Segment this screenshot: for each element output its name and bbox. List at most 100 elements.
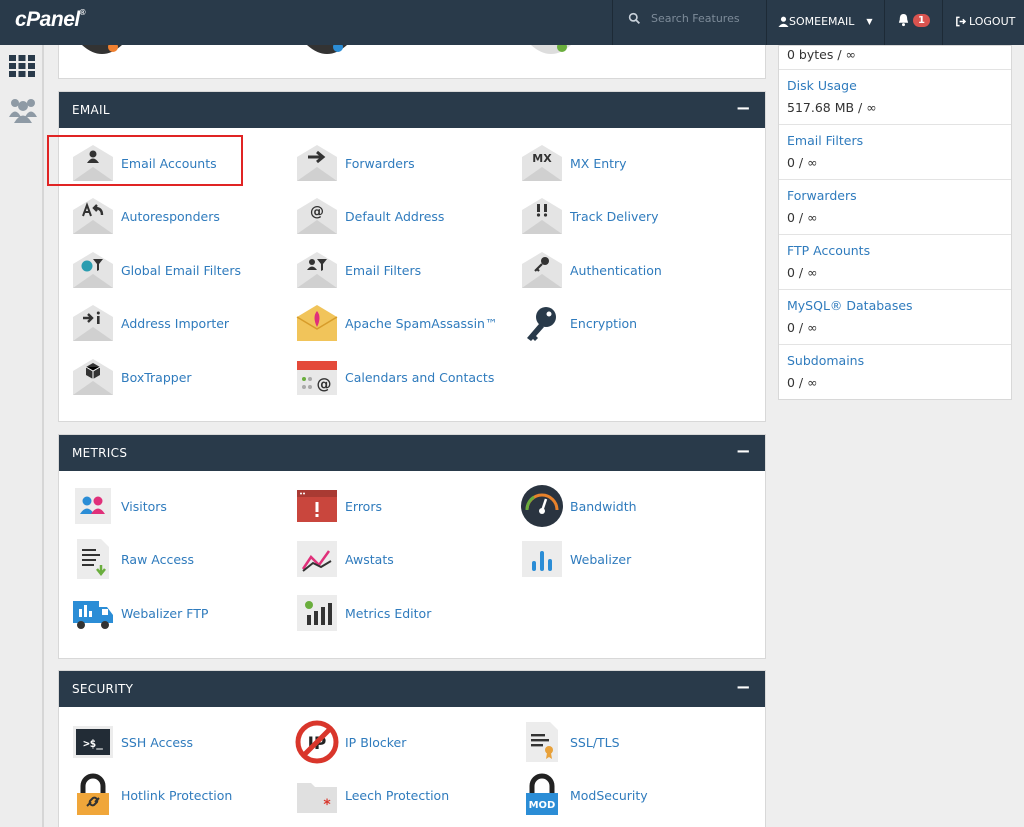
email-filters-item[interactable]: Email Filters — [295, 246, 421, 294]
stat-name-link[interactable]: Disk Usage — [787, 78, 857, 93]
stat-name-link[interactable]: Subdomains — [787, 353, 864, 368]
track-delivery-item[interactable]: Track Delivery — [520, 192, 659, 240]
stat-value: 0 / ∞ — [787, 265, 818, 280]
autoresponders-item[interactable]: Autoresponders — [71, 192, 220, 240]
terminal-icon: >$_ — [73, 726, 113, 758]
default-address-item[interactable]: @ Default Address — [295, 192, 444, 240]
user-menu[interactable]: SOMEEMAIL ▼ — [778, 15, 873, 28]
webalizer-item[interactable]: Webalizer — [520, 535, 631, 583]
authentication-item[interactable]: Authentication — [520, 246, 662, 294]
security-panel: SECURITY − >$_ SSH Access IP IP Blocker … — [58, 670, 766, 827]
ip-blocker-item[interactable]: IP IP Blocker — [295, 718, 406, 766]
awstats-icon — [297, 541, 337, 577]
stat-value: 0 / ∞ — [787, 210, 818, 225]
stat-row: MySQL® Databases 0 / ∞ — [779, 290, 1011, 345]
previous-panel — [58, 45, 766, 79]
errors-item[interactable]: Errors — [295, 482, 382, 530]
modsecurity-icon: MOD — [526, 773, 558, 815]
truck-icon — [73, 601, 113, 629]
hotlink-protection-item[interactable]: Hotlink Protection — [71, 771, 232, 819]
partial-icon — [531, 45, 571, 54]
awstats-item[interactable]: Awstats — [295, 535, 394, 583]
forwarders-icon — [297, 145, 337, 181]
item-label: Address Importer — [121, 315, 230, 331]
collapse-icon[interactable]: − — [736, 677, 751, 698]
modsecurity-item[interactable]: MOD ModSecurity — [520, 771, 648, 819]
statistics-panel: 0 bytes / ∞ Disk Usage 517.68 MB / ∞ Ema… — [778, 45, 1012, 400]
svg-text:MOD: MOD — [529, 800, 556, 811]
search-input[interactable] — [651, 12, 761, 25]
svg-text:>$_: >$_ — [83, 737, 103, 750]
stat-row: Disk Usage 517.68 MB / ∞ — [779, 70, 1011, 125]
ssh-access-item[interactable]: >$_ SSH Access — [71, 718, 193, 766]
item-label: Email Filters — [345, 262, 422, 278]
boxtrapper-icon — [73, 359, 113, 395]
raw-access-item[interactable]: Raw Access — [71, 535, 194, 583]
item-label: Metrics Editor — [345, 605, 432, 621]
address-importer-item[interactable]: Address Importer — [71, 299, 229, 347]
metrics-editor-item[interactable]: Metrics Editor — [295, 589, 431, 637]
mx-entry-item[interactable]: MX MX Entry — [520, 139, 627, 187]
visitors-icon — [75, 488, 111, 524]
search-box[interactable] — [628, 12, 761, 25]
item-label: Errors — [345, 498, 382, 514]
ssl-tls-item[interactable]: SSL/TLS — [520, 718, 620, 766]
users-icon[interactable] — [9, 97, 37, 123]
stat-name-link[interactable]: Email Filters — [787, 133, 863, 148]
partial-icon — [307, 45, 347, 54]
item-label: Forwarders — [345, 155, 415, 171]
spamassassin-item[interactable]: Apache SpamAssassin™ — [295, 299, 497, 347]
logo-mark: ® — [79, 8, 86, 17]
ip-blocker-icon: IP — [295, 720, 339, 764]
logout-icon — [956, 16, 966, 27]
divider — [766, 0, 767, 45]
item-label: Visitors — [121, 498, 167, 514]
item-label: Raw Access — [121, 551, 195, 567]
logout-button[interactable]: LOGOUT — [955, 15, 1015, 28]
webalizer-ftp-item[interactable]: Webalizer FTP — [71, 589, 208, 637]
leech-protection-item[interactable]: * Leech Protection — [295, 771, 449, 819]
item-label: Authentication — [570, 262, 662, 278]
logo-text: cPanel — [15, 8, 80, 31]
collapse-icon[interactable]: − — [736, 441, 751, 462]
cpanel-logo[interactable]: cPanel® — [15, 8, 86, 32]
certificate-icon — [526, 722, 558, 762]
notifications-button[interactable]: 1 — [897, 13, 930, 27]
encryption-item[interactable]: Encryption — [520, 299, 637, 347]
divider — [942, 0, 943, 45]
boxtrapper-item[interactable]: BoxTrapper — [71, 353, 192, 401]
filter-icon — [297, 252, 337, 288]
collapse-icon[interactable]: − — [736, 98, 751, 119]
item-label: Bandwidth — [570, 498, 637, 514]
svg-text:MX: MX — [532, 152, 552, 165]
stat-name-link[interactable]: FTP Accounts — [787, 243, 870, 258]
raw-access-icon — [77, 539, 109, 579]
item-label: Track Delivery — [570, 208, 659, 224]
logout-label: LOGOUT — [969, 15, 1016, 28]
spamassassin-icon — [296, 305, 338, 341]
global-email-filters-item[interactable]: Global Email Filters — [71, 246, 241, 294]
email-panel-header[interactable]: EMAIL − — [59, 92, 765, 128]
forwarders-item[interactable]: Forwarders — [295, 139, 415, 187]
visitors-item[interactable]: Visitors — [71, 482, 167, 530]
item-label: Apache SpamAssassin™ — [345, 315, 498, 331]
lock-icon — [77, 773, 109, 815]
stat-name-link[interactable]: Forwarders — [787, 188, 857, 203]
bandwidth-item[interactable]: Bandwidth — [520, 482, 637, 530]
item-label: Global Email Filters — [121, 262, 241, 278]
folder-icon: * — [297, 783, 337, 813]
stat-name-link[interactable]: MySQL® Databases — [787, 298, 913, 313]
security-panel-header[interactable]: SECURITY − — [59, 671, 765, 707]
item-label: Leech Protection — [345, 787, 450, 803]
calendars-contacts-item[interactable]: @ Calendars and Contacts — [295, 353, 494, 401]
webalizer-icon — [522, 541, 562, 577]
item-label: Webalizer FTP — [121, 605, 209, 621]
stat-value: 0 / ∞ — [787, 320, 818, 335]
panel-title: EMAIL — [72, 103, 110, 117]
at-sign-icon: @ — [297, 198, 337, 234]
metrics-panel-header[interactable]: METRICS − — [59, 435, 765, 471]
user-icon — [778, 16, 789, 27]
bell-icon — [898, 13, 909, 27]
grid-icon[interactable] — [9, 55, 35, 77]
item-label: SSH Access — [121, 734, 194, 750]
